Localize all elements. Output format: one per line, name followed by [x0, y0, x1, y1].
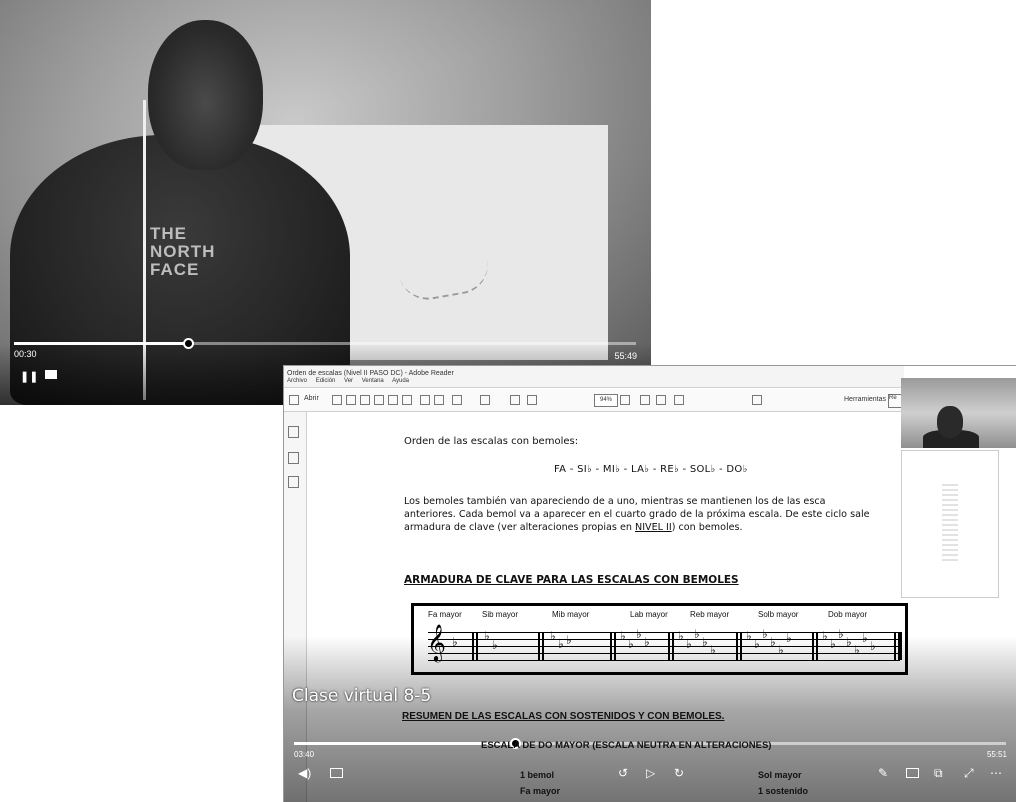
- doc-paragraph-line-3a: armadura de clave (ver alteraciones prop…: [404, 522, 636, 533]
- doc-flat-order: FA - SI♭ - MI♭ - LA♭ - RE♭ - SOL♭ - DO♭: [554, 464, 748, 475]
- doc-summary-heading: RESUMEN DE LAS ESCALAS CON SOSTENIDOS Y …: [402, 711, 725, 722]
- share-icon[interactable]: [402, 395, 412, 405]
- key-label-lab: Lab mayor: [630, 610, 668, 619]
- video-player-top[interactable]: THE NORTH FACE 00:30 55:49 ❚❚: [0, 0, 651, 405]
- doc-col2-line1: Sol mayor: [758, 770, 802, 780]
- key-label-fa: Fa mayor: [428, 610, 462, 619]
- save-icon[interactable]: [332, 395, 342, 405]
- person-head: [148, 20, 263, 170]
- tools-button[interactable]: Herramientas: [844, 396, 886, 403]
- doc-intro-text: Orden de las escalas con bemoles:: [404, 436, 579, 447]
- fit-width-icon[interactable]: [656, 395, 666, 405]
- pdf-window-title: Orden de escalas (Nivel II PASO DC) - Ad…: [287, 370, 454, 377]
- captions-icon[interactable]: [330, 768, 343, 778]
- key-label-mib: Mib mayor: [552, 610, 590, 619]
- zoom-in-icon[interactable]: [527, 395, 537, 405]
- create-icon[interactable]: [289, 395, 299, 405]
- print-icon[interactable]: [346, 395, 356, 405]
- current-time: 00:30: [14, 349, 37, 359]
- pages-icon[interactable]: [288, 426, 299, 438]
- upload-icon[interactable]: [388, 395, 398, 405]
- select-icon[interactable]: [480, 395, 490, 405]
- pdf-menubar: Archivo Edición Ver Ventana Ayuda: [284, 378, 907, 388]
- key-label-reb: Reb mayor: [690, 610, 730, 619]
- key-label-dob: Dob mayor: [828, 610, 868, 619]
- seek-bar-fill: [14, 342, 189, 345]
- forward-icon[interactable]: ↻: [674, 767, 684, 779]
- email-icon[interactable]: [360, 395, 370, 405]
- zoom-field[interactable]: 94%: [594, 394, 618, 407]
- search-icon[interactable]: [674, 395, 684, 405]
- captions-icon[interactable]: [45, 370, 57, 379]
- video-player-bottom[interactable]: Orden de escalas (Nivel II PASO DC) - Ad…: [283, 365, 1016, 802]
- hoodie-logo: THE NORTH FACE: [150, 225, 215, 279]
- fullscreen-icon[interactable]: ⤢: [964, 767, 974, 779]
- hoodie-logo-line-2: NORTH: [150, 242, 216, 261]
- volume-icon[interactable]: ◀): [298, 767, 311, 779]
- open-button[interactable]: Abrir: [304, 395, 319, 402]
- doc-col2-line2: 1 sostenido: [758, 786, 809, 796]
- pause-icon[interactable]: ❚❚: [20, 370, 38, 383]
- page-number-field[interactable]: [452, 395, 462, 405]
- rewind-icon[interactable]: ↺: [618, 767, 628, 779]
- key-label-sib: Sib mayor: [482, 610, 519, 619]
- menu-item-archivo[interactable]: Archivo: [287, 378, 307, 384]
- video-title: Clase virtual 8-5: [292, 686, 432, 706]
- seek-bar[interactable]: [14, 338, 636, 349]
- current-time: 03:40: [294, 750, 315, 759]
- bookmark-icon[interactable]: [288, 476, 299, 488]
- doc-paragraph-line-2: anteriores. Cada bemol va a aparecer en …: [404, 509, 870, 520]
- page-down-icon[interactable]: [434, 395, 444, 405]
- hoodie-logo-line-3: FACE: [150, 260, 200, 279]
- doc-paragraph-line-3: armadura de clave (ver alteraciones prop…: [404, 521, 924, 534]
- zoom-dropdown-icon[interactable]: [620, 395, 630, 405]
- duration: 55:51: [986, 750, 1007, 759]
- webcam-thumbnail: [901, 378, 1016, 448]
- doc-section-heading: ARMADURA DE CLAVE PARA LAS ESCALAS CON B…: [404, 574, 739, 586]
- key-label-solb: Solb mayor: [758, 610, 799, 619]
- comment-icon[interactable]: [374, 395, 384, 405]
- nivel-ii-link[interactable]: NIVEL II: [635, 522, 672, 533]
- duration: 55:49: [614, 351, 637, 361]
- pdf-toolbar: Abrir 94% Herramientas Re: [284, 389, 904, 412]
- doc-escala-heading: ESCALA DE DO MAYOR (ESCALA NEUTRA EN ALT…: [481, 740, 772, 751]
- doc-col1-line2: Fa mayor: [520, 786, 561, 796]
- sign-icon[interactable]: [752, 395, 762, 405]
- zoom-out-icon[interactable]: [510, 395, 520, 405]
- tree-image: [942, 481, 958, 561]
- menu-item-ayuda[interactable]: Ayuda: [392, 378, 409, 384]
- menu-item-ver[interactable]: Ver: [344, 378, 353, 384]
- side-image-panel: [901, 450, 999, 598]
- doc-paragraph-line-1: Los bemoles también van apareciendo de a…: [404, 496, 826, 507]
- page-up-icon[interactable]: [420, 395, 430, 405]
- attachments-icon[interactable]: [288, 452, 299, 464]
- menu-item-ventana[interactable]: Ventana: [362, 378, 384, 384]
- doc-paragraph: Los bemoles también van apareciendo de a…: [404, 495, 924, 534]
- doc-col1-line1: 1 bemol: [520, 770, 555, 780]
- fit-page-icon[interactable]: [640, 395, 650, 405]
- edit-icon[interactable]: ✎: [878, 767, 888, 779]
- cast-icon[interactable]: ⧉: [934, 767, 943, 779]
- webcam-person-head: [937, 406, 963, 438]
- play-icon[interactable]: ▷: [646, 767, 655, 779]
- menu-item-edicion[interactable]: Edición: [316, 378, 336, 384]
- hoodie-logo-line-1: THE: [150, 224, 187, 243]
- miniplayer-icon[interactable]: [906, 768, 919, 778]
- more-options-icon[interactable]: ⋯: [990, 767, 1002, 779]
- doc-paragraph-line-3b: ) con bemoles.: [671, 522, 743, 533]
- whiteboard-scribble: [393, 227, 493, 305]
